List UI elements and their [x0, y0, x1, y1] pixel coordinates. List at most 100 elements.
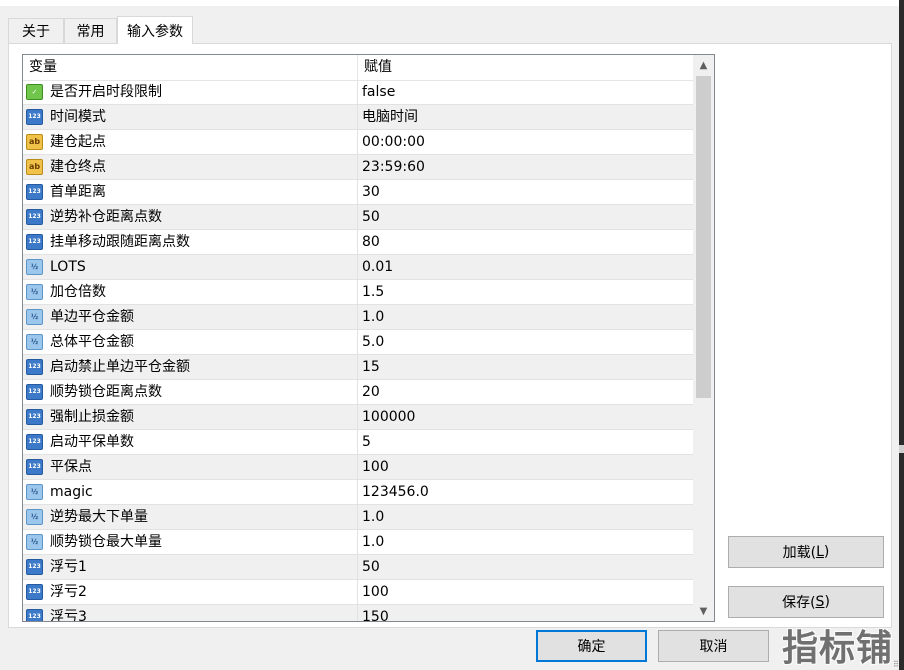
- double-type-icon: ½: [26, 284, 43, 300]
- integer-type-icon: 123: [26, 459, 43, 475]
- column-header-variable[interactable]: 变量: [23, 55, 358, 80]
- parameter-name: 浮亏2: [50, 584, 87, 600]
- column-separator: [357, 580, 358, 604]
- tab-about[interactable]: 关于: [8, 18, 64, 43]
- string-type-icon: ab: [26, 134, 43, 150]
- table-row[interactable]: ½ 单边平仓金额 1.0: [23, 305, 693, 330]
- save-button[interactable]: 保存(S): [728, 586, 884, 618]
- right-window-edge: [899, 0, 904, 670]
- table-row[interactable]: 123 启动平保单数 5: [23, 430, 693, 455]
- cancel-button[interactable]: 取消: [658, 630, 769, 662]
- double-type-icon: ½: [26, 334, 43, 350]
- parameter-value[interactable]: 20: [362, 380, 692, 404]
- parameter-name: 顺势锁仓距离点数: [50, 384, 162, 400]
- table-row[interactable]: 123 挂单移动跟随距离点数 80: [23, 230, 693, 255]
- parameter-name: 逆势补仓距离点数: [50, 209, 162, 225]
- table-row[interactable]: 123 浮亏2 100: [23, 580, 693, 605]
- parameter-value[interactable]: 15: [362, 355, 692, 379]
- load-button-suffix: ): [823, 544, 830, 560]
- column-separator: [357, 455, 358, 479]
- parameter-name: 挂单移动跟随距离点数: [50, 234, 190, 250]
- parameter-name: 平保点: [50, 459, 92, 475]
- parameter-name: 启动平保单数: [50, 434, 134, 450]
- parameter-name: 顺势锁仓最大单量: [50, 534, 162, 550]
- parameter-value[interactable]: 电脑时间: [362, 105, 692, 129]
- table-row[interactable]: 123 时间模式 电脑时间: [23, 105, 693, 130]
- table-row[interactable]: 123 平保点 100: [23, 455, 693, 480]
- parameter-value[interactable]: 1.0: [362, 305, 692, 329]
- table-row[interactable]: ½ 顺势锁仓最大单量 1.0: [23, 530, 693, 555]
- edge-marker: [899, 445, 904, 453]
- table-row[interactable]: 123 启动禁止单边平仓金额 15: [23, 355, 693, 380]
- vertical-scrollbar[interactable]: ▲ ▼: [693, 55, 714, 621]
- watermark-logo: 指标铺: [781, 628, 893, 669]
- parameter-value[interactable]: 0.01: [362, 255, 692, 279]
- parameter-name: 时间模式: [50, 109, 106, 125]
- column-separator: [357, 155, 358, 179]
- integer-type-icon: 123: [26, 359, 43, 375]
- table-row[interactable]: ab 建仓起点 00:00:00: [23, 130, 693, 155]
- parameter-value[interactable]: 80: [362, 230, 692, 254]
- parameter-value[interactable]: 5: [362, 430, 692, 454]
- table-row[interactable]: 123 浮亏3 150: [23, 605, 693, 621]
- table-row[interactable]: ½ 加仓倍数 1.5: [23, 280, 693, 305]
- table-row[interactable]: ab 建仓终点 23:59:60: [23, 155, 693, 180]
- boolean-type-icon: ✓: [26, 84, 43, 100]
- resize-grip-icon[interactable]: ⠿: [893, 660, 899, 669]
- save-button-label: 保存(: [782, 595, 816, 611]
- parameter-name: 是否开启时段限制: [50, 84, 162, 100]
- scroll-up-icon[interactable]: ▲: [693, 55, 714, 75]
- parameter-value[interactable]: 100: [362, 580, 692, 604]
- parameter-value[interactable]: 50: [362, 205, 692, 229]
- integer-type-icon: 123: [26, 109, 43, 125]
- parameter-value[interactable]: 150: [362, 605, 692, 621]
- table-row[interactable]: 123 顺势锁仓距离点数 20: [23, 380, 693, 405]
- double-type-icon: ½: [26, 534, 43, 550]
- parameters-list[interactable]: 变量 赋值 ✓ 是否开启时段限制 false 123 时间模式 电脑时间 ab 建仓起点 00:…: [22, 54, 715, 622]
- parameter-value[interactable]: 50: [362, 555, 692, 579]
- table-row[interactable]: 123 浮亏1 50: [23, 555, 693, 580]
- parameter-value[interactable]: 100: [362, 455, 692, 479]
- parameter-value[interactable]: 100000: [362, 405, 692, 429]
- scroll-down-icon[interactable]: ▼: [693, 601, 714, 621]
- parameter-value[interactable]: 23:59:60: [362, 155, 692, 179]
- table-row[interactable]: ✓ 是否开启时段限制 false: [23, 80, 693, 105]
- column-separator: [357, 330, 358, 354]
- integer-type-icon: 123: [26, 584, 43, 600]
- parameter-rows: ✓ 是否开启时段限制 false 123 时间模式 电脑时间 ab 建仓起点 00:00:00 a…: [23, 80, 693, 621]
- column-separator: [357, 130, 358, 154]
- parameter-value[interactable]: 5.0: [362, 330, 692, 354]
- column-separator: [357, 280, 358, 304]
- column-separator: [357, 555, 358, 579]
- table-row[interactable]: 123 首单距离 30: [23, 180, 693, 205]
- table-row[interactable]: 123 逆势补仓距离点数 50: [23, 205, 693, 230]
- table-row[interactable]: ½ 逆势最大下单量 1.0: [23, 505, 693, 530]
- load-button-label: 加载(: [782, 545, 817, 561]
- parameter-name: 建仓终点: [50, 159, 106, 175]
- column-header-value[interactable]: 赋值: [358, 55, 693, 80]
- table-row[interactable]: ½ magic 123456.0: [23, 480, 693, 505]
- tab-common[interactable]: 常用: [64, 18, 117, 43]
- parameter-value[interactable]: 30: [362, 180, 692, 204]
- parameter-value[interactable]: 1.5: [362, 280, 692, 304]
- table-row[interactable]: ½ 总体平仓金额 5.0: [23, 330, 693, 355]
- ok-button[interactable]: 确定: [536, 630, 647, 662]
- parameter-value[interactable]: 1.0: [362, 530, 692, 554]
- table-row[interactable]: 123 强制止损金额 100000: [23, 405, 693, 430]
- parameter-value[interactable]: 123456.0: [362, 480, 692, 504]
- save-button-suffix: ): [824, 594, 830, 610]
- tab-input-parameters[interactable]: 输入参数: [117, 16, 193, 44]
- parameter-value[interactable]: 00:00:00: [362, 130, 692, 154]
- integer-type-icon: 123: [26, 384, 43, 400]
- double-type-icon: ½: [26, 309, 43, 325]
- parameter-name: 逆势最大下单量: [50, 509, 148, 525]
- parameter-value[interactable]: false: [362, 80, 692, 104]
- integer-type-icon: 123: [26, 434, 43, 450]
- parameter-value[interactable]: 1.0: [362, 505, 692, 529]
- table-row[interactable]: ½ LOTS 0.01: [23, 255, 693, 280]
- load-button[interactable]: 加载(L): [728, 536, 884, 568]
- scrollbar-thumb[interactable]: [696, 76, 711, 398]
- column-separator: [357, 255, 358, 279]
- column-separator: [357, 355, 358, 379]
- integer-type-icon: 123: [26, 184, 43, 200]
